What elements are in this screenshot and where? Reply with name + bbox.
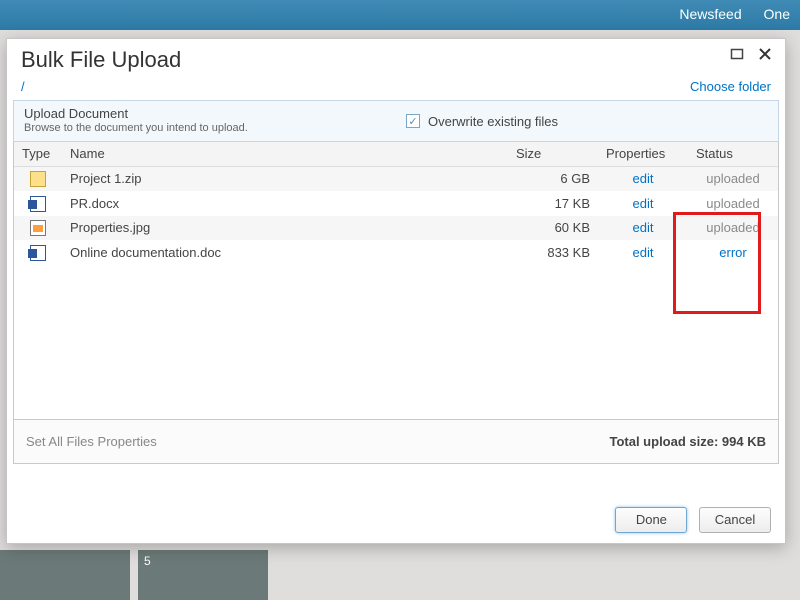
table-row[interactable]: Online documentation.doc833 KBediterror bbox=[14, 240, 778, 265]
table-row[interactable]: Properties.jpg60 KBedituploaded bbox=[14, 216, 778, 241]
dialog-header: Bulk File Upload bbox=[7, 39, 785, 75]
col-properties[interactable]: Properties bbox=[598, 142, 688, 166]
table-header-row: Type Name Size Properties Status bbox=[14, 142, 778, 166]
file-name: PR.docx bbox=[62, 191, 508, 216]
done-button[interactable]: Done bbox=[615, 507, 687, 533]
col-type[interactable]: Type bbox=[14, 142, 62, 166]
close-icon[interactable] bbox=[753, 46, 777, 70]
jpg-file-icon bbox=[30, 220, 46, 236]
file-table-wrap: Type Name Size Properties Status Project… bbox=[13, 142, 779, 420]
edit-properties-link[interactable]: edit bbox=[633, 245, 654, 260]
edit-properties-link[interactable]: edit bbox=[633, 196, 654, 211]
choose-folder-link[interactable]: Choose folder bbox=[690, 79, 771, 94]
overwrite-checkbox[interactable]: ✓ bbox=[406, 114, 420, 128]
file-size: 60 KB bbox=[508, 216, 598, 241]
overwrite-row: ✓ Overwrite existing files bbox=[396, 101, 778, 141]
overwrite-label: Overwrite existing files bbox=[428, 114, 558, 129]
file-size: 833 KB bbox=[508, 240, 598, 265]
status-highlight-callout bbox=[673, 212, 761, 314]
col-status[interactable]: Status bbox=[688, 142, 778, 166]
cancel-button[interactable]: Cancel bbox=[699, 507, 771, 533]
dialog-title: Bulk File Upload bbox=[21, 47, 181, 72]
thumb-label: 5 bbox=[144, 554, 151, 568]
upload-sub: Browse to the document you intend to upl… bbox=[24, 122, 386, 134]
upload-heading: Upload Document bbox=[24, 106, 386, 121]
table-row[interactable]: Project 1.zip6 GB edit uploaded bbox=[14, 166, 778, 191]
link-newsfeed[interactable]: Newsfeed bbox=[679, 6, 741, 22]
edit-properties-link[interactable]: edit bbox=[633, 220, 654, 235]
site-links: Newsfeed One bbox=[661, 6, 790, 22]
window-controls bbox=[725, 45, 777, 70]
upload-band: Upload Document Browse to the document y… bbox=[13, 100, 779, 142]
background-thumbnails: 5 bbox=[0, 550, 800, 600]
dialog-buttons: Done Cancel bbox=[607, 507, 771, 533]
table-row[interactable]: PR.docx17 KB edit uploaded bbox=[14, 191, 778, 216]
file-table: Type Name Size Properties Status Project… bbox=[14, 142, 778, 265]
col-size[interactable]: Size bbox=[508, 142, 598, 166]
site-top-bar: Newsfeed One bbox=[0, 0, 800, 30]
doc-file-icon bbox=[30, 245, 46, 261]
file-name: Online documentation.doc bbox=[62, 240, 508, 265]
edit-properties-link[interactable]: edit bbox=[633, 171, 654, 186]
file-size: 6 GB bbox=[508, 166, 598, 191]
status-badge: uploaded bbox=[706, 196, 760, 211]
set-all-properties-link[interactable]: Set All Files Properties bbox=[26, 434, 157, 449]
col-name[interactable]: Name bbox=[62, 142, 508, 166]
file-name: Project 1.zip bbox=[62, 166, 508, 191]
status-badge: uploaded bbox=[706, 171, 760, 186]
breadcrumb[interactable]: / bbox=[21, 79, 25, 94]
upload-instructions: Upload Document Browse to the document y… bbox=[14, 101, 396, 141]
maximize-icon[interactable] bbox=[725, 45, 749, 69]
path-row: / Choose folder bbox=[7, 75, 785, 100]
file-name: Properties.jpg bbox=[62, 216, 508, 241]
footer-info: Set All Files Properties Total upload si… bbox=[13, 420, 779, 464]
zip-file-icon bbox=[30, 171, 46, 187]
link-one[interactable]: One bbox=[764, 6, 790, 22]
file-size: 17 KB bbox=[508, 191, 598, 216]
total-upload-size: Total upload size: 994 KB bbox=[609, 434, 766, 449]
doc-file-icon bbox=[30, 196, 46, 212]
bulk-upload-dialog: Bulk File Upload / Choose folder Upload … bbox=[6, 38, 786, 544]
